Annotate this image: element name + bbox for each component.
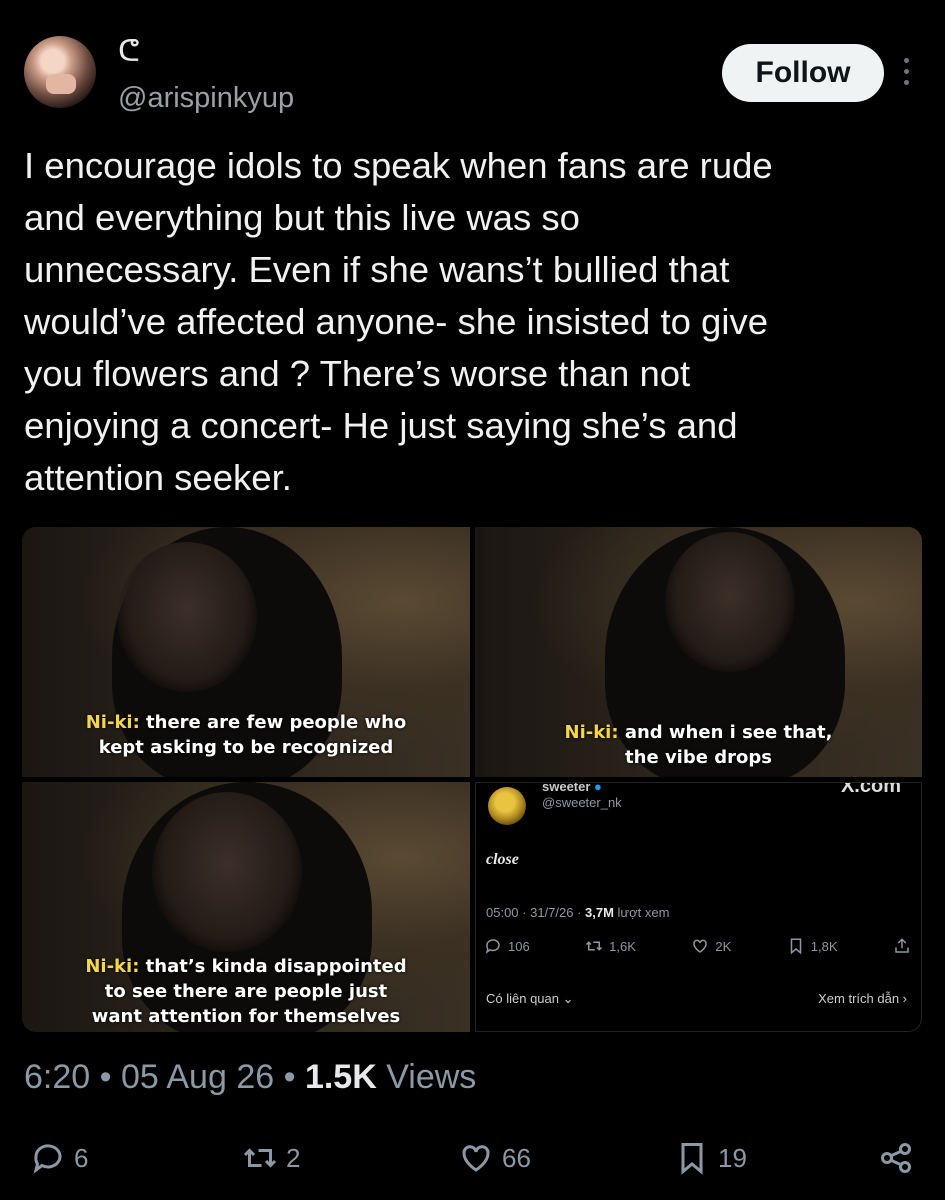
embedded-stats: 106 1,6K 2K 1,8K bbox=[484, 937, 911, 955]
embedded-quotes: Xem trích dẫn › bbox=[818, 991, 907, 1006]
embedded-avatar bbox=[488, 787, 526, 825]
media-frame-3[interactable]: Ni-ki: that’s kinda disappointed to see … bbox=[22, 782, 470, 1032]
embedded-share bbox=[893, 937, 911, 955]
share-button[interactable] bbox=[878, 1140, 914, 1176]
embedded-reposts: 1,6K bbox=[585, 937, 636, 955]
share-icon bbox=[881, 1143, 911, 1173]
embedded-related: Có liên quan ⌄ bbox=[486, 991, 574, 1006]
author-handle[interactable]: @arispinkyup bbox=[118, 82, 294, 115]
media-frame-2[interactable]: Ni-ki: and when i see that, the vibe dro… bbox=[475, 527, 922, 777]
like-icon bbox=[462, 1145, 490, 1172]
post-text: I encourage idols to speak when fans are… bbox=[24, 145, 773, 498]
reply-count: 6 bbox=[74, 1142, 89, 1173]
embedded-bookmarks: 1,8K bbox=[787, 937, 838, 955]
like-icon bbox=[693, 939, 708, 953]
repost-count: 2 bbox=[286, 1142, 301, 1173]
embedded-replies: 106 bbox=[484, 937, 530, 955]
embedded-handle: @sweeter_nk bbox=[542, 795, 622, 810]
repost-button[interactable]: 2 bbox=[242, 1140, 300, 1176]
reply-button[interactable]: 6 bbox=[30, 1140, 88, 1176]
verified-icon: ● bbox=[594, 782, 602, 794]
repost-icon bbox=[586, 941, 603, 951]
embedded-text: close bbox=[486, 851, 519, 868]
bookmark-icon bbox=[681, 1143, 703, 1175]
media-caption-2: Ni-ki: and when i see that, the vibe dro… bbox=[564, 722, 833, 768]
embedded-tweet-screenshot[interactable]: sweeter ● @sweeter_nk X.com close 05:00 … bbox=[475, 782, 922, 1032]
bookmark-icon bbox=[790, 938, 802, 955]
share-icon bbox=[895, 938, 909, 953]
bookmark-count: 19 bbox=[718, 1142, 747, 1173]
author-display-name[interactable]: ᕦ bbox=[118, 34, 140, 69]
media-caption-3: Ni-ki: that’s kinda disappointed to see … bbox=[85, 956, 407, 1027]
embedded-meta: 05:00 · 31/7/26 · 3,7M lượt xem bbox=[486, 905, 670, 920]
follow-button[interactable]: Follow bbox=[722, 44, 884, 102]
like-button[interactable]: 66 bbox=[458, 1140, 531, 1176]
reply-icon bbox=[33, 1144, 62, 1174]
embedded-source: X.com bbox=[840, 782, 901, 797]
media-frame-1[interactable]: Ni-ki: there are few people who kept ask… bbox=[22, 527, 470, 777]
repost-icon bbox=[243, 1148, 277, 1168]
like-count: 66 bbox=[502, 1142, 531, 1173]
embedded-display-name: sweeter ● bbox=[542, 782, 602, 794]
reply-icon bbox=[485, 939, 500, 954]
bookmark-button[interactable]: 19 bbox=[674, 1140, 747, 1176]
embedded-likes: 2K bbox=[691, 937, 731, 955]
post-timestamp[interactable]: 6:20 • 05 Aug 26 • 1.5K Views bbox=[24, 1058, 476, 1097]
author-avatar[interactable] bbox=[24, 36, 96, 108]
more-icon[interactable] bbox=[902, 58, 910, 88]
media-caption-1: Ni-ki: there are few people who kept ask… bbox=[85, 712, 407, 758]
